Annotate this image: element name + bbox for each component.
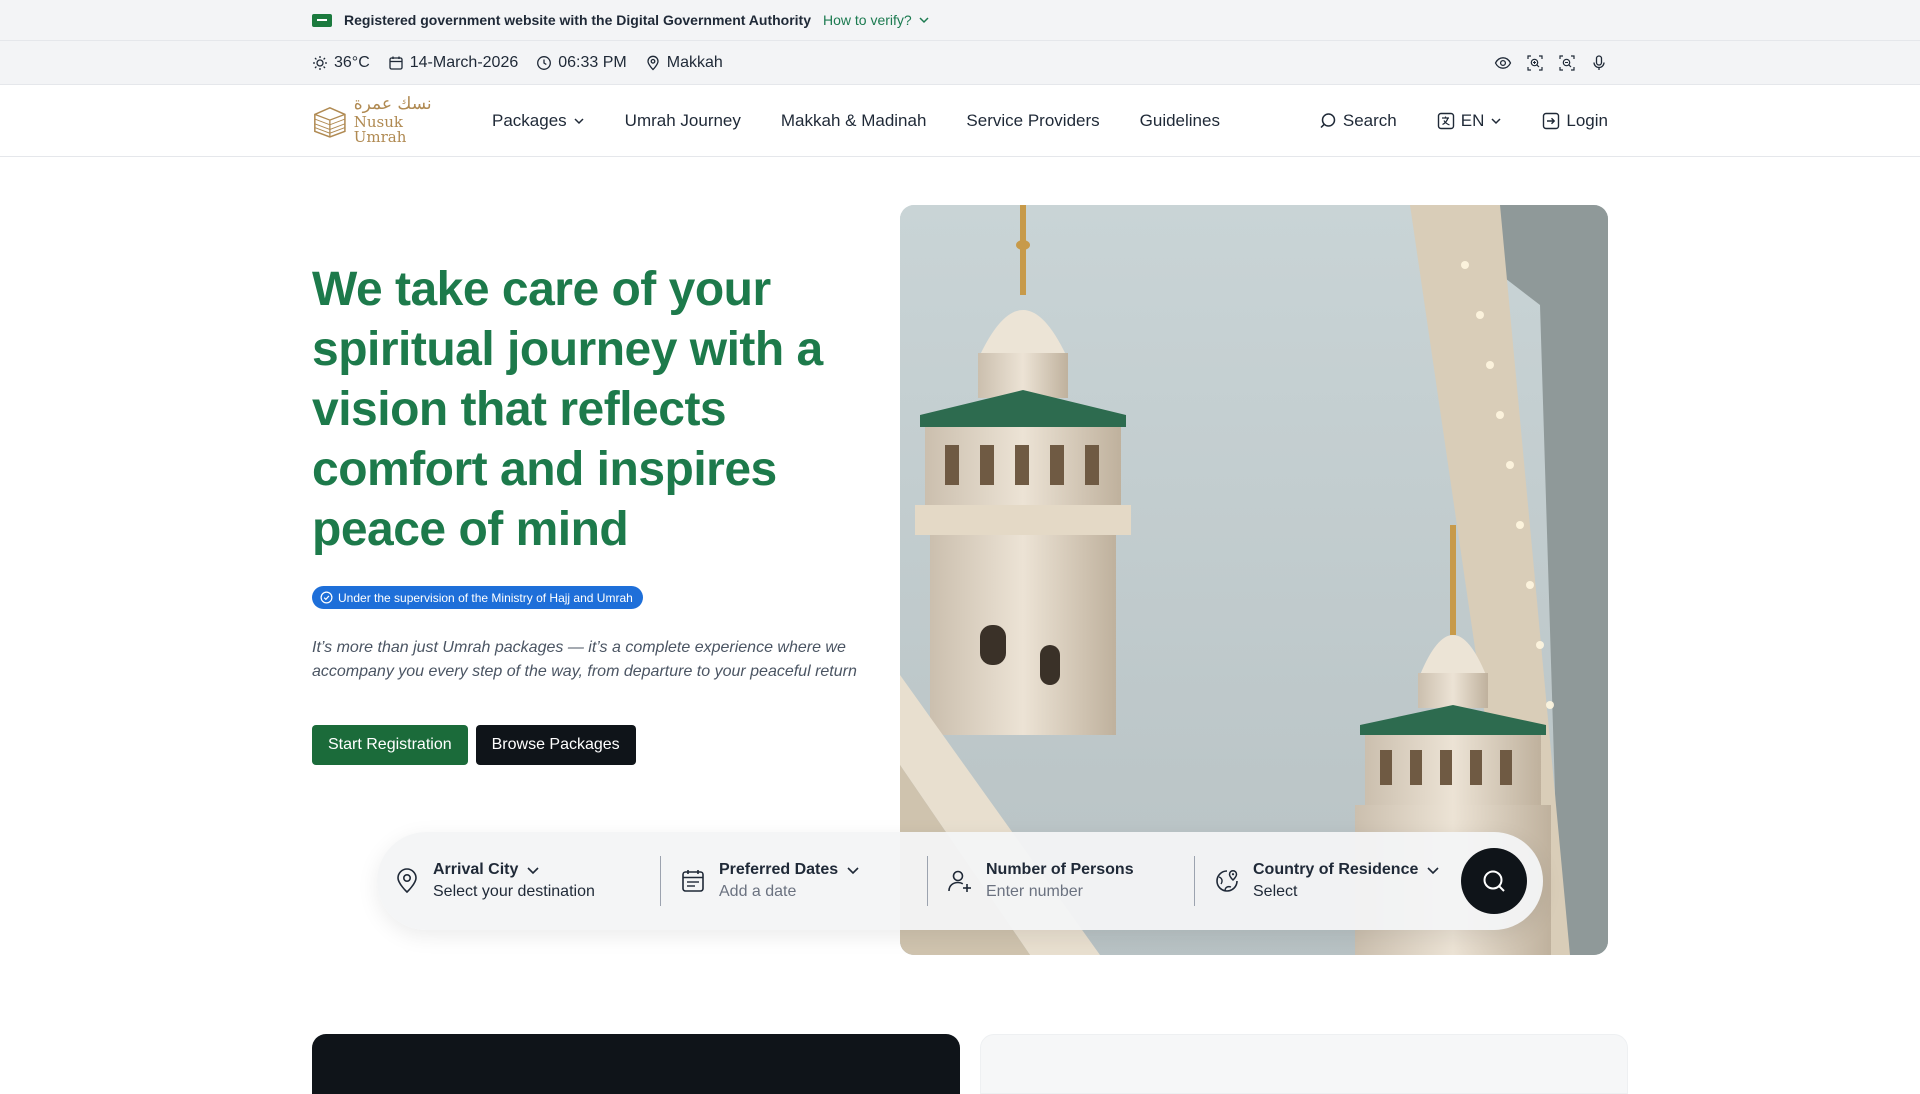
gov-banner-text: Registered government website with the D… bbox=[344, 12, 811, 28]
nav-packages[interactable]: Packages bbox=[492, 111, 585, 131]
gov-banner: Registered government website with the D… bbox=[0, 0, 1920, 40]
date-item: 14-March-2026 bbox=[388, 53, 519, 72]
search-submit-button[interactable] bbox=[1461, 848, 1527, 914]
login-icon bbox=[1543, 112, 1560, 129]
preferred-dates-field[interactable]: Preferred Dates Add a date bbox=[660, 856, 927, 906]
search-button[interactable]: Search bbox=[1319, 111, 1397, 131]
accessibility-tools bbox=[1494, 54, 1608, 72]
nav-umrah-journey[interactable]: Umrah Journey bbox=[625, 111, 741, 131]
hero-actions: Start Registration Browse Packages bbox=[312, 725, 636, 765]
arrival-city-label: Arrival City bbox=[433, 861, 595, 879]
country-of-residence-label: Country of Residence bbox=[1253, 861, 1440, 879]
clock-icon bbox=[537, 55, 552, 70]
chevron-down-icon bbox=[574, 117, 584, 124]
translate-icon bbox=[1437, 112, 1454, 129]
info-bar: 36°C 14-March-2026 06:33 PM Makkah bbox=[0, 40, 1920, 85]
zoom-out-icon[interactable] bbox=[1558, 54, 1576, 72]
hero-title: We take care of your spiritual journey w… bbox=[312, 263, 823, 556]
arrival-city-value: Select your destination bbox=[433, 883, 595, 900]
nusuk-umrah-logo[interactable]: نسك عمرة Nusuk Umrah bbox=[312, 96, 454, 145]
language-selector[interactable]: EN bbox=[1437, 111, 1503, 131]
country-of-residence-field[interactable]: Country of Residence Select bbox=[1194, 856, 1461, 906]
calendar-icon bbox=[682, 870, 704, 892]
feature-card-dark bbox=[312, 1034, 960, 1094]
login-label: Login bbox=[1566, 110, 1608, 130]
start-registration-button[interactable]: Start Registration bbox=[312, 725, 468, 765]
chevron-down-icon bbox=[1491, 117, 1501, 124]
badge-text: Under the supervision of the Ministry of… bbox=[338, 590, 633, 605]
nav-service-providers[interactable]: Service Providers bbox=[966, 111, 1099, 131]
globe-pin-icon bbox=[1216, 869, 1238, 892]
search-icon bbox=[1320, 112, 1336, 128]
nav-packages-label: Packages bbox=[492, 110, 567, 130]
map-pin-icon bbox=[647, 55, 659, 70]
nav-guidelines[interactable]: Guidelines bbox=[1140, 111, 1220, 131]
search-icon bbox=[1483, 870, 1505, 892]
main-header: نسك عمرة Nusuk Umrah Packages Umrah Jour… bbox=[0, 85, 1920, 157]
chevron-down-icon bbox=[1427, 867, 1439, 875]
current-location: Makkah bbox=[666, 53, 723, 71]
browse-packages-button[interactable]: Browse Packages bbox=[475, 725, 636, 765]
chevron-down-icon bbox=[847, 867, 859, 875]
package-search-bar: Arrival City Select your destination Pre… bbox=[377, 832, 1543, 930]
sun-icon bbox=[313, 55, 327, 70]
current-date: 14-March-2026 bbox=[409, 53, 519, 71]
preferred-dates-value: Add a date bbox=[719, 883, 797, 900]
eye-icon[interactable] bbox=[1494, 54, 1512, 72]
how-to-verify-link[interactable]: How to verify? bbox=[823, 12, 930, 28]
search-label: Search bbox=[1342, 110, 1397, 130]
country-of-residence-label-text: Country of Residence bbox=[1253, 861, 1419, 878]
time-item: 06:33 PM bbox=[536, 53, 627, 72]
check-circle-icon bbox=[320, 591, 333, 604]
current-time: 06:33 PM bbox=[558, 53, 627, 71]
chevron-down-icon bbox=[919, 17, 929, 24]
zoom-in-icon[interactable] bbox=[1526, 54, 1544, 72]
microphone-icon[interactable] bbox=[1590, 54, 1608, 72]
main-nav: Packages Umrah Journey Makkah & Madinah … bbox=[492, 111, 1220, 131]
arrival-city-label-text: Arrival City bbox=[433, 861, 519, 878]
login-button[interactable]: Login bbox=[1542, 111, 1608, 131]
weather-item: 36°C bbox=[312, 54, 370, 72]
preferred-dates-label-text: Preferred Dates bbox=[719, 861, 839, 878]
temperature: 36°C bbox=[334, 53, 370, 71]
calendar-icon bbox=[389, 56, 403, 70]
location-item: Makkah bbox=[645, 54, 723, 72]
kaaba-logo-icon bbox=[314, 106, 346, 138]
header-actions: Search EN Login bbox=[1319, 111, 1608, 131]
number-of-persons-field[interactable]: Number of Persons Enter number bbox=[927, 856, 1194, 906]
hero-description: It’s more than just Umrah packages — it’… bbox=[312, 639, 857, 680]
nav-makkah-madinah-label: Makkah & Madinah bbox=[780, 110, 927, 130]
nav-makkah-madinah[interactable]: Makkah & Madinah bbox=[781, 111, 927, 131]
number-of-persons-value: Enter number bbox=[986, 883, 1083, 900]
preferred-dates-label: Preferred Dates bbox=[719, 861, 860, 879]
logo-english-text: Nusuk Umrah bbox=[353, 113, 407, 146]
number-of-persons-label: Number of Persons bbox=[986, 861, 1134, 878]
country-of-residence-value: Select bbox=[1253, 883, 1298, 900]
ministry-supervision-badge: Under the supervision of the Ministry of… bbox=[312, 586, 643, 609]
saudi-flag-icon bbox=[312, 13, 332, 27]
language-label: EN bbox=[1460, 110, 1485, 130]
user-add-icon bbox=[948, 870, 971, 892]
nav-service-providers-label: Service Providers bbox=[966, 110, 1100, 130]
map-pin-icon bbox=[397, 868, 417, 894]
nav-guidelines-label: Guidelines bbox=[1139, 110, 1220, 130]
nav-umrah-journey-label: Umrah Journey bbox=[624, 110, 741, 130]
feature-card-light bbox=[980, 1034, 1628, 1094]
how-to-verify-label: How to verify? bbox=[823, 12, 912, 28]
arrival-city-field[interactable]: Arrival City Select your destination bbox=[393, 856, 660, 906]
chevron-down-icon bbox=[527, 867, 539, 875]
logo-arabic-text: نسك عمرة bbox=[353, 94, 432, 114]
